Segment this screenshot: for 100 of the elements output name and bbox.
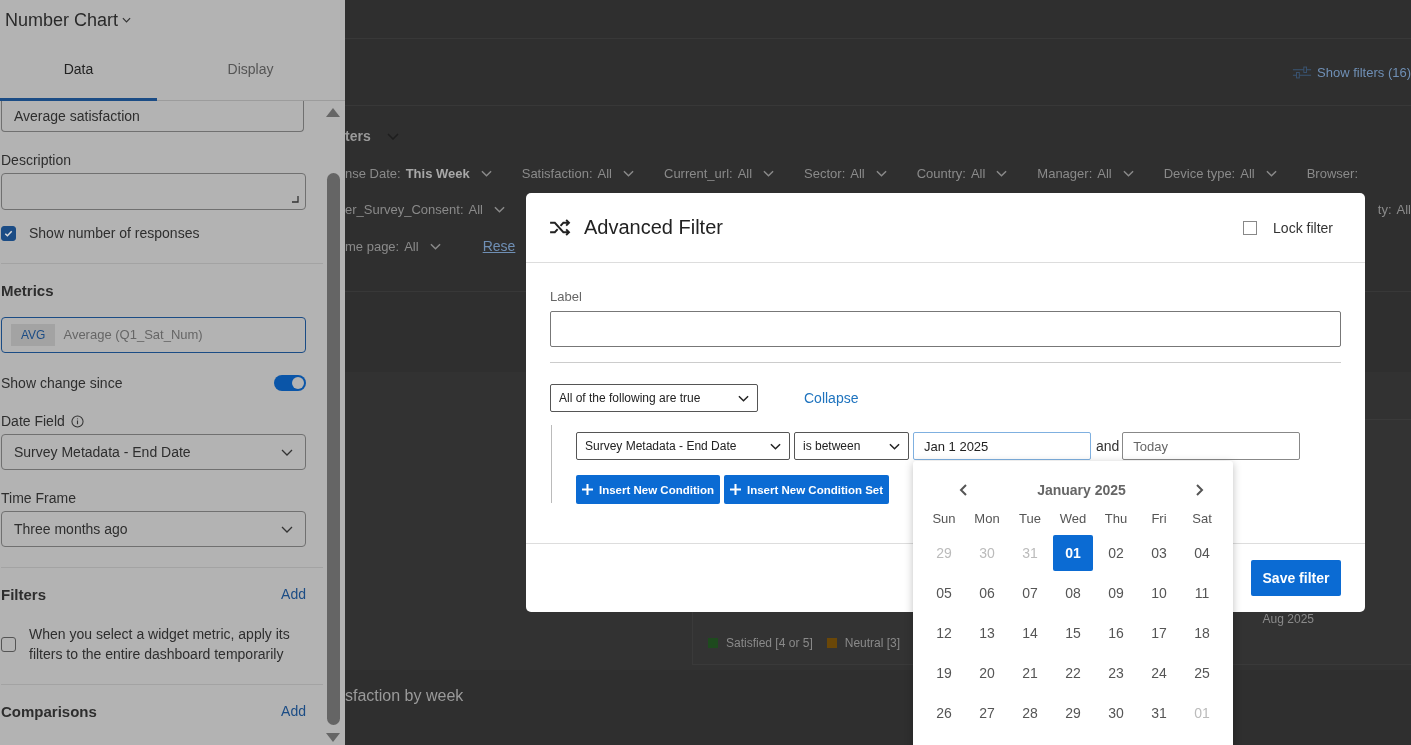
filter-sliders-icon[interactable]	[1292, 64, 1313, 80]
insert-button[interactable]: Insert New Condition Set	[724, 475, 890, 504]
filter-label[interactable]: Device type:	[1163, 166, 1236, 181]
calendar-day[interactable]: 29	[1053, 695, 1093, 731]
label-input[interactable]	[550, 311, 1341, 347]
calendar-day[interactable]: 16	[1096, 615, 1136, 651]
collapse-link[interactable]: Collapse	[804, 390, 859, 406]
filter-label[interactable]: Browser:	[1306, 166, 1358, 181]
end-date-input[interactable]: Today	[1122, 432, 1301, 460]
conjunction-select[interactable]: All of the following are true	[550, 384, 758, 412]
insert-button[interactable]: Insert New Condition	[576, 475, 720, 504]
show-filters-link[interactable]: Show filters (16)	[1317, 64, 1411, 80]
reset-link[interactable]: Rese	[482, 238, 516, 254]
chevron-down-icon[interactable]	[763, 170, 775, 177]
filter-value[interactable]: All	[404, 238, 419, 254]
calendar-day[interactable]: 30	[1096, 695, 1136, 731]
plus-icon	[582, 484, 593, 495]
filter-label[interactable]: er_Survey_Consent:	[345, 202, 464, 217]
filter-label[interactable]: Manager:	[1037, 166, 1093, 181]
chevron-down-icon[interactable]	[1122, 170, 1134, 177]
filter-value[interactable]: All	[468, 202, 483, 217]
name-field[interactable]: Average satisfaction	[1, 101, 304, 132]
scroll-down-icon[interactable]	[326, 733, 340, 743]
add-link[interactable]: Add	[281, 703, 306, 719]
calendar-day[interactable]: 01	[1053, 535, 1093, 571]
filter-value[interactable]: All	[1396, 202, 1411, 217]
panel-title[interactable]: Number Chart	[5, 9, 119, 31]
filter-value[interactable]: All	[737, 166, 753, 181]
calendar-day[interactable]: 18	[1182, 615, 1222, 651]
chevron-down-icon[interactable]	[623, 170, 634, 177]
chevron-down-icon[interactable]	[480, 170, 492, 177]
calendar-day[interactable]: 09	[1096, 575, 1136, 611]
time-frame-select[interactable]: Three months ago	[1, 511, 306, 547]
filter-value[interactable]: All	[1097, 166, 1112, 181]
description-field[interactable]	[1, 173, 306, 210]
filter-value[interactable]: All	[850, 166, 865, 181]
filter-value[interactable]: This Week	[405, 166, 470, 181]
calendar-day[interactable]: 21	[1010, 655, 1050, 691]
calendar-day[interactable]: 04	[1182, 535, 1222, 571]
calendar-day[interactable]: 27	[967, 695, 1007, 731]
calendar-day[interactable]: 24	[1139, 655, 1179, 691]
filter-label[interactable]: nse Date:	[345, 166, 401, 181]
calendar-day[interactable]: 23	[1096, 655, 1136, 691]
checkbox[interactable]	[1, 225, 16, 241]
metric-label: Average (Q1_Sat_Num)	[63, 327, 203, 342]
operator-select[interactable]: is between	[794, 432, 909, 460]
panel-tab[interactable]: Data	[0, 40, 157, 101]
chevron-down-icon[interactable]	[122, 17, 132, 23]
chevron-down-icon[interactable]	[493, 206, 505, 213]
calendar-day[interactable]: 06	[967, 575, 1007, 611]
calendar-day[interactable]: 13	[967, 615, 1007, 651]
calendar-day[interactable]: 22	[1053, 655, 1093, 691]
filter-label[interactable]: Country:	[916, 166, 966, 181]
resize-grip-icon	[291, 195, 299, 203]
chevron-down-icon[interactable]	[875, 170, 887, 177]
calendar-day[interactable]: 07	[1010, 575, 1050, 611]
filter-label[interactable]: Current_url:	[664, 166, 733, 181]
panel-tab[interactable]: Display	[157, 40, 344, 101]
calendar-day[interactable]: 25	[1182, 655, 1222, 691]
weekday-label: Sun	[931, 509, 957, 528]
calendar-day[interactable]: 31	[1139, 695, 1179, 731]
calendar-day[interactable]: 03	[1139, 535, 1179, 571]
calendar-day[interactable]: 19	[924, 655, 964, 691]
chevron-left-icon[interactable]	[959, 484, 967, 496]
calendar-day[interactable]: 28	[1010, 695, 1050, 731]
chevron-down-icon[interactable]	[429, 242, 441, 250]
chevron-right-icon[interactable]	[1196, 484, 1204, 496]
filter-label[interactable]: Sector:	[804, 166, 846, 181]
filter-label[interactable]: me page:	[345, 238, 400, 254]
checkbox[interactable]	[1, 636, 16, 652]
filter-label[interactable]: ty:	[1377, 202, 1392, 217]
legend-label: Satisfied [4 or 5]	[726, 636, 813, 650]
calendar-day[interactable]: 14	[1010, 615, 1050, 651]
filter-value[interactable]: All	[597, 166, 612, 181]
calendar-day[interactable]: 05	[924, 575, 964, 611]
chevron-down-icon[interactable]	[996, 170, 1008, 177]
calendar-day[interactable]: 12	[924, 615, 964, 651]
calendar-day[interactable]: 20	[967, 655, 1007, 691]
date-field-select[interactable]: Survey Metadata - End Date	[1, 434, 306, 470]
filter-value[interactable]: All	[970, 166, 986, 181]
filter-label[interactable]: Satisfaction:	[521, 166, 593, 181]
scroll-up-icon[interactable]	[326, 107, 340, 117]
calendar-day[interactable]: 17	[1139, 615, 1179, 651]
calendar-day[interactable]: 15	[1053, 615, 1093, 651]
toggle-switch[interactable]	[274, 375, 306, 391]
calendar-day[interactable]: 02	[1096, 535, 1136, 571]
add-link[interactable]: Add	[281, 586, 306, 602]
chevron-down-icon[interactable]	[1265, 170, 1277, 177]
save-filter-button[interactable]: Save filter	[1251, 560, 1341, 596]
filter-value[interactable]: All	[1240, 166, 1255, 181]
checkbox[interactable]	[1243, 220, 1258, 235]
calendar-day[interactable]: 26	[924, 695, 964, 731]
start-date-input[interactable]: Jan 1 2025	[913, 432, 1091, 460]
calendar-day[interactable]: 11	[1182, 575, 1222, 611]
calendar-day[interactable]: 10	[1139, 575, 1179, 611]
info-icon[interactable]	[70, 414, 84, 428]
metric-chip[interactable]: AVG Average (Q1_Sat_Num)	[1, 317, 306, 353]
scrollbar-thumb[interactable]	[326, 173, 340, 725]
calendar-day[interactable]: 08	[1053, 575, 1093, 611]
field-select[interactable]: Survey Metadata - End Date	[576, 432, 790, 460]
